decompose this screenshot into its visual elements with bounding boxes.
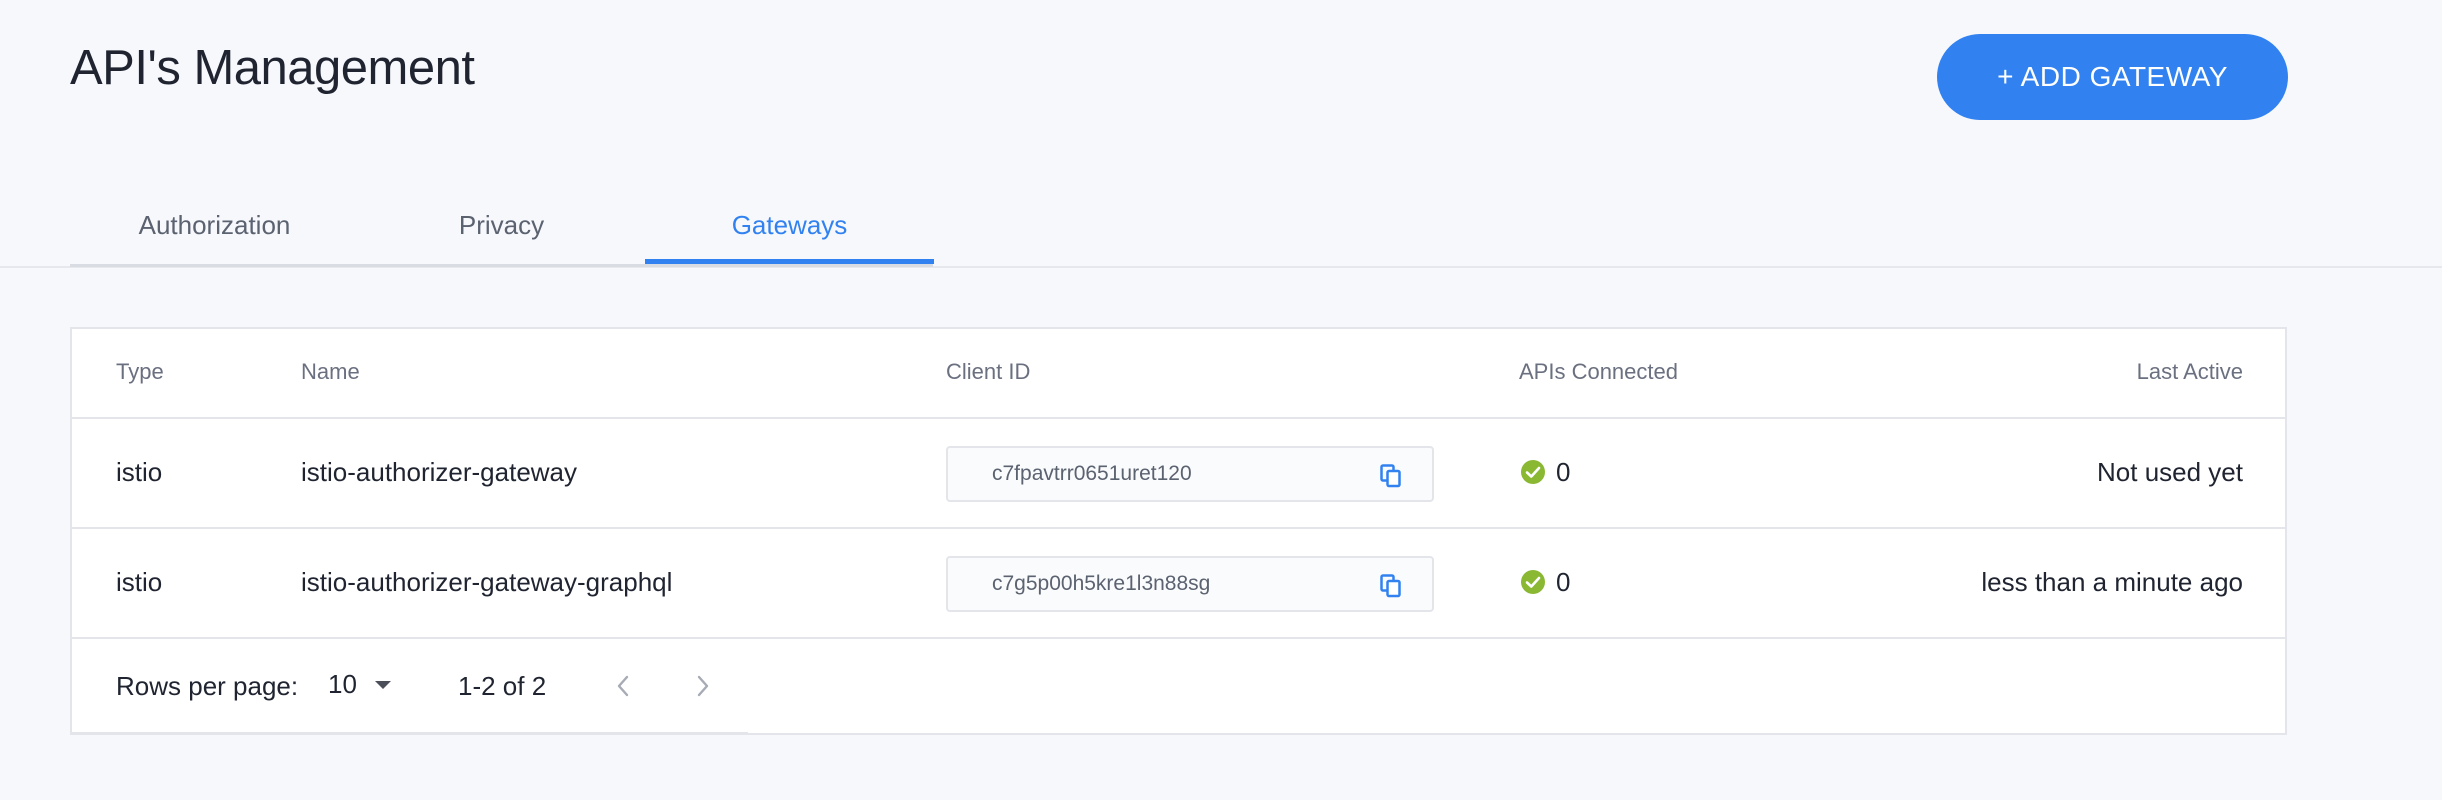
tab-gateways[interactable]: Gateways: [645, 185, 934, 265]
pagination-range: 1-2 of 2: [458, 671, 547, 701]
table-row[interactable]: istio istio-authorizer-gateway-graphql c…: [72, 529, 2285, 637]
page-title: API's Management: [70, 41, 475, 95]
footer-underline: [72, 732, 748, 734]
row-name: istio-authorizer-gateway: [301, 457, 578, 487]
row-last-active: Not used yet: [2097, 457, 2243, 487]
tab-authorization[interactable]: Authorization: [70, 185, 359, 265]
client-id-field: c7g5p00h5kre1l3n88sg: [946, 556, 1434, 612]
row-name: istio-authorizer-gateway-graphql: [301, 567, 673, 597]
check-circle-icon: [1520, 459, 1546, 485]
tab-active-indicator: [645, 259, 934, 264]
table-row[interactable]: istio istio-authorizer-gateway c7fpavtrr…: [72, 419, 2285, 527]
column-header-last-active: Last Active: [2136, 359, 2243, 384]
copy-icon[interactable]: [1380, 464, 1402, 488]
client-id-value: c7g5p00h5kre1l3n88sg: [992, 572, 1211, 595]
gateways-table: Type Name Client ID APIs Connected Last …: [70, 327, 2287, 735]
client-id-value: c7fpavtrr0651uret120: [992, 462, 1192, 485]
apis-connected-count: 0: [1556, 457, 1571, 487]
rows-per-page-select[interactable]: 10: [328, 669, 391, 700]
row-last-active: less than a minute ago: [1981, 567, 2243, 597]
column-header-type: Type: [116, 359, 164, 384]
row-type: istio: [116, 567, 163, 597]
copy-icon[interactable]: [1380, 574, 1402, 598]
apis-connected-count: 0: [1556, 567, 1571, 597]
pagination-footer: Rows per page: 10 1-2 of 2: [72, 639, 2285, 734]
client-id-field: c7fpavtrr0651uret120: [946, 446, 1434, 502]
check-circle-icon: [1520, 569, 1546, 595]
column-header-client-id: Client ID: [946, 359, 1031, 384]
caret-down-icon: [374, 680, 391, 689]
tab-privacy[interactable]: Privacy: [357, 185, 646, 265]
chevron-right-icon[interactable]: [692, 673, 714, 699]
column-header-apis-connected: APIs Connected: [1519, 359, 1678, 384]
chevron-left-icon[interactable]: [612, 673, 634, 699]
add-gateway-button[interactable]: + ADD GATEWAY: [1937, 34, 2288, 120]
column-header-name: Name: [301, 359, 360, 384]
rows-per-page-value: 10: [328, 669, 357, 699]
row-type: istio: [116, 457, 163, 487]
rows-per-page-label: Rows per page:: [116, 671, 299, 701]
